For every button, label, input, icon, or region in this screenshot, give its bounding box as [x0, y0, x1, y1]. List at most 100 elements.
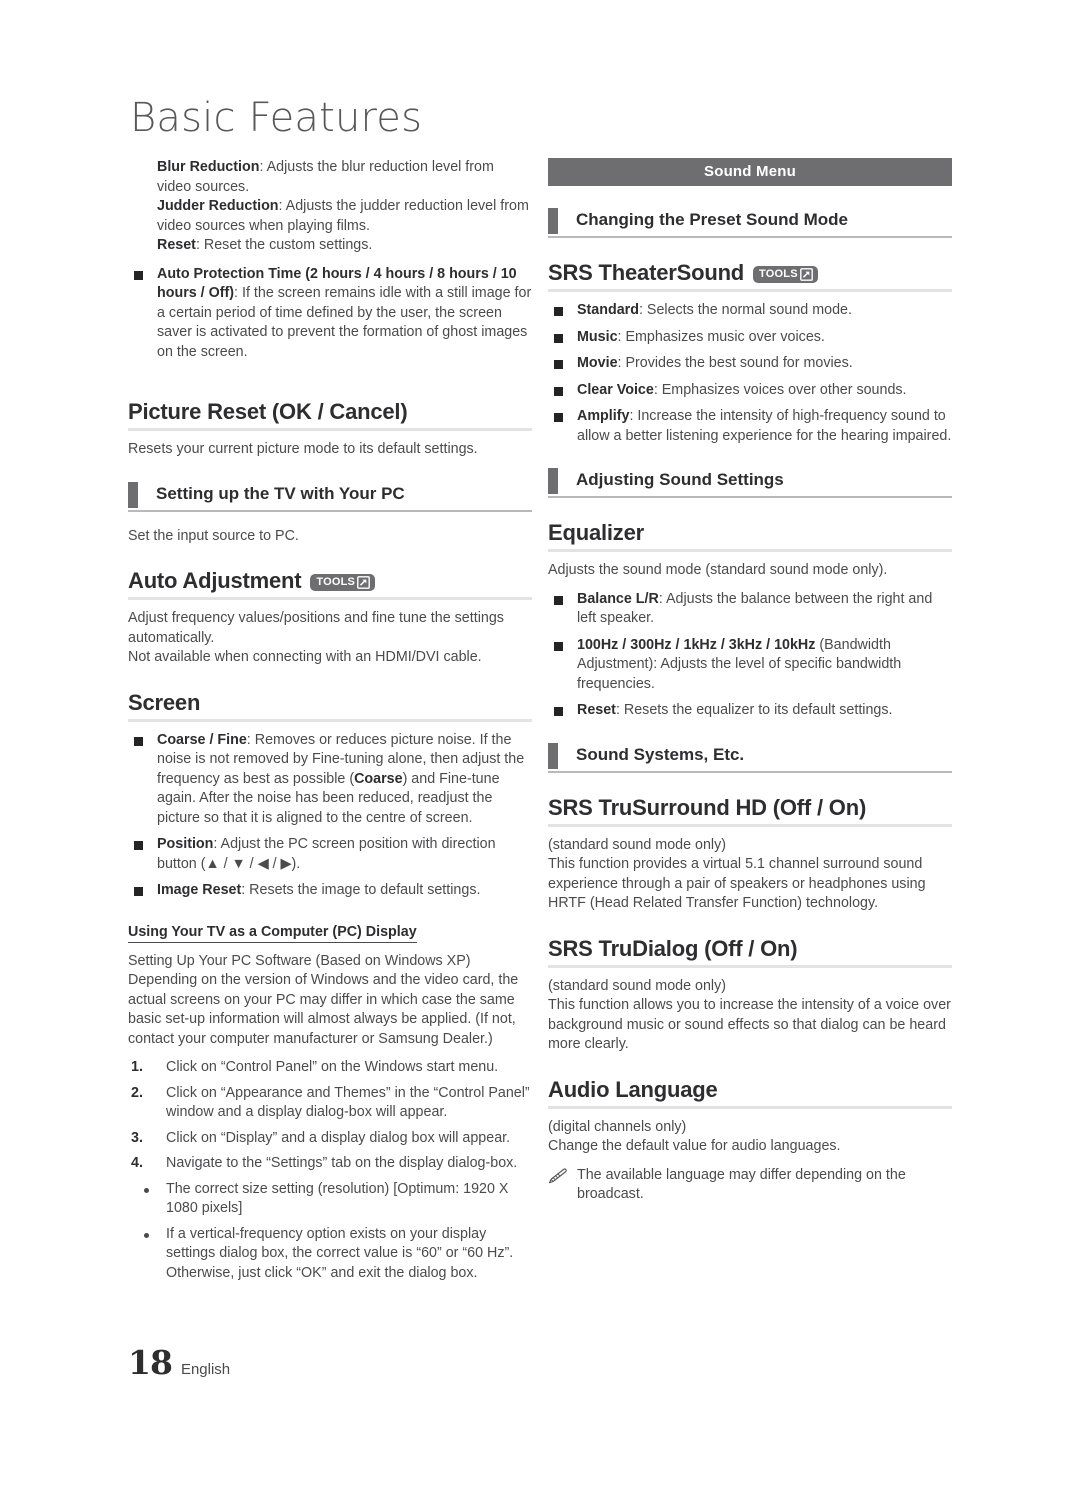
- reset-label: Reset: [157, 237, 196, 253]
- pc-step-2: 2. Click on “Appearance and Themes” in th…: [128, 1084, 532, 1123]
- pc-step-1-text: Click on “Control Panel” on the Windows …: [166, 1059, 499, 1075]
- srs-theatersound-heading: SRS TheaterSound TOOLS: [548, 260, 952, 292]
- auto-adjustment-body-1: Adjust frequency values/positions and fi…: [128, 610, 504, 646]
- reset-text: : Reset the custom settings.: [195, 237, 373, 253]
- pc-step-1: 1. Click on “Control Panel” on the Window…: [128, 1058, 532, 1078]
- tools-badge-label: TOOLS: [316, 576, 356, 588]
- audio-language-body: Change the default value for audio langu…: [548, 1138, 841, 1154]
- pc-step-3: 3. Click on “Display” and a display dialo…: [128, 1129, 532, 1149]
- pc-step-4: 4. Navigate to the “Settings” tab on the …: [128, 1154, 532, 1174]
- equalizer-heading: Equalizer: [548, 520, 952, 552]
- coarse-fine-label: Coarse / Fine: [157, 731, 247, 748]
- audio-language-heading-text: Audio Language: [548, 1076, 718, 1102]
- pc-step-2-number: 2.: [131, 1084, 143, 1101]
- amplify-bullet: Amplify: Increase the intensity of high-…: [548, 407, 952, 446]
- right-column: Sound Menu Changing the Preset Sound Mod…: [548, 158, 952, 1205]
- music-text: : Emphasizes music over voices.: [617, 328, 825, 345]
- bandwidth-bullet: 100Hz / 300Hz / 1kHz / 3kHz / 10kHz (Ban…: [548, 636, 952, 695]
- judder-reduction-label: Judder Reduction: [157, 198, 279, 214]
- position-label: Position: [157, 836, 214, 852]
- picture-reset-body: Resets your current picture mode to its …: [128, 441, 478, 457]
- movie-label: Movie: [577, 355, 618, 371]
- movie-bullet: Movie: Provides the best sound for movie…: [548, 354, 952, 374]
- picture-reset-heading-text: Picture Reset (OK / Cancel): [128, 399, 408, 424]
- sound-menu-banner: Sound Menu: [548, 158, 952, 186]
- setting-up-pc-body: Set the input source to PC.: [128, 527, 299, 544]
- srs-trudialog-note: (standard sound mode only): [548, 977, 727, 994]
- srs-trudialog-heading-text: SRS TruDialog (Off / On): [548, 935, 798, 961]
- balance-lr-bullet: Balance L/R: Adjusts the balance between…: [548, 590, 952, 629]
- auto-protection-time-bullet: Auto Protection Time (2 hours / 4 hours …: [128, 265, 532, 363]
- bandwidth-label: 100Hz / 300Hz / 1kHz / 3kHz / 10kHz: [577, 636, 816, 653]
- standard-bullet: Standard: Selects the normal sound mode.: [548, 301, 952, 321]
- page-title: Basic Features: [130, 95, 423, 141]
- tools-badge[interactable]: TOOLS: [753, 265, 818, 283]
- amplify-text: : Increase the intensity of high-frequen…: [577, 408, 952, 444]
- setting-up-pc-subheading: Setting up the TV with Your PC: [128, 481, 532, 512]
- audio-language-pencil-note-text: The available language may differ depend…: [577, 1166, 906, 1203]
- auto-adjustment-body-2: Not available when connecting with an HD…: [128, 649, 482, 665]
- pc-step-3-text: Click on “Display” and a display dialog …: [166, 1129, 511, 1146]
- tools-arrow-icon: [357, 575, 370, 589]
- tools-badge[interactable]: TOOLS: [310, 573, 376, 591]
- pc-display-underlined-heading: Using Your TV as a Computer (PC) Display: [128, 923, 417, 943]
- pc-display-line-1: Setting Up Your PC Software (Based on Wi…: [128, 952, 471, 969]
- image-reset-text: : Resets the image to default settings.: [241, 882, 481, 898]
- audio-language-pencil-note: The available language may differ depend…: [548, 1166, 952, 1205]
- balance-lr-label: Balance L/R: [577, 590, 659, 607]
- page-footer: 18 English: [128, 1343, 230, 1382]
- screen-heading-text: Screen: [128, 689, 201, 715]
- movie-text: : Provides the best sound for movies.: [617, 355, 853, 371]
- picture-reset-heading: Picture Reset (OK / Cancel): [128, 399, 532, 431]
- pc-step-1-number: 1.: [131, 1059, 143, 1075]
- left-column: Blur Reduction: Adjusts the blur reducti…: [128, 158, 532, 1289]
- pc-note-1: The correct size setting (resolution) [O…: [128, 1180, 532, 1219]
- blur-reduction-label: Blur Reduction: [157, 159, 260, 175]
- clear-voice-bullet: Clear Voice: Emphasizes voices over othe…: [548, 381, 952, 401]
- screen-heading: Screen: [128, 690, 532, 722]
- page-language: English: [180, 1361, 231, 1378]
- clear-voice-text: : Emphasizes voices over other sounds.: [653, 381, 907, 398]
- tools-arrow-icon: [799, 267, 813, 281]
- standard-label: Standard: [577, 302, 639, 318]
- clear-voice-label: Clear Voice: [577, 381, 654, 398]
- manual-page: Basic Features Blur Reduction: Adjusts t…: [0, 0, 1080, 1494]
- page-number: 18: [128, 1343, 173, 1382]
- coarse-inline-label: Coarse: [354, 770, 403, 787]
- audio-language-heading: Audio Language: [548, 1077, 952, 1109]
- adjusting-sound-settings-subheading: Adjusting Sound Settings: [548, 468, 952, 498]
- music-label: Music: [577, 328, 618, 345]
- image-reset-bullet: Image Reset: Resets the image to default…: [128, 881, 532, 901]
- srs-theatersound-heading-text: SRS TheaterSound: [548, 260, 745, 285]
- judder-reduction-paragraph: Judder Reduction: Adjusts the judder red…: [157, 197, 532, 236]
- pc-step-4-text: Navigate to the “Settings” tab on the di…: [166, 1155, 518, 1171]
- srs-trusurround-note: (standard sound mode only): [548, 836, 727, 853]
- equalizer-reset-bullet: Reset: Resets the equalizer to its defau…: [548, 701, 952, 721]
- image-reset-label: Image Reset: [157, 882, 242, 898]
- position-bullet: Position: Adjust the PC screen position …: [128, 835, 532, 874]
- srs-trusurround-heading-text: SRS TruSurround HD (Off / On): [548, 794, 867, 820]
- audio-language-note: (digital channels only): [548, 1118, 687, 1135]
- equalizer-heading-text: Equalizer: [548, 520, 645, 545]
- srs-trudialog-body: This function allows you to increase the…: [548, 997, 951, 1052]
- equalizer-reset-label: Reset: [577, 702, 616, 718]
- equalizer-body: Adjusts the sound mode (standard sound m…: [548, 562, 888, 578]
- pc-step-4-number: 4.: [131, 1155, 143, 1171]
- equalizer-reset-text: : Resets the equalizer to its default se…: [615, 702, 893, 718]
- pc-display-line-2: Depending on the version of Windows and …: [128, 972, 519, 1047]
- auto-adjustment-heading-text: Auto Adjustment: [128, 568, 302, 593]
- srs-trusurround-heading: SRS TruSurround HD (Off / On): [548, 795, 952, 827]
- tools-badge-label: TOOLS: [759, 268, 798, 280]
- amplify-label: Amplify: [577, 408, 630, 424]
- pc-display-heading-wrap: Using Your TV as a Computer (PC) Display: [128, 923, 532, 943]
- srs-trudialog-heading: SRS TruDialog (Off / On): [548, 936, 952, 968]
- coarse-fine-bullet: Coarse / Fine: Removes or reduces pictur…: [128, 731, 532, 829]
- blur-reduction-paragraph: Blur Reduction: Adjusts the blur reducti…: [157, 158, 532, 197]
- auto-adjustment-heading: Auto Adjustment TOOLS: [128, 568, 532, 600]
- pc-note-2: If a vertical-frequency option exists on…: [128, 1225, 532, 1284]
- preset-sound-mode-subheading: Changing the Preset Sound Mode: [548, 208, 952, 238]
- music-bullet: Music: Emphasizes music over voices.: [548, 328, 952, 348]
- sound-systems-subheading: Sound Systems, Etc.: [548, 742, 952, 773]
- pc-step-3-number: 3.: [131, 1129, 143, 1146]
- srs-trusurround-body: This function provides a virtual 5.1 cha…: [548, 856, 926, 911]
